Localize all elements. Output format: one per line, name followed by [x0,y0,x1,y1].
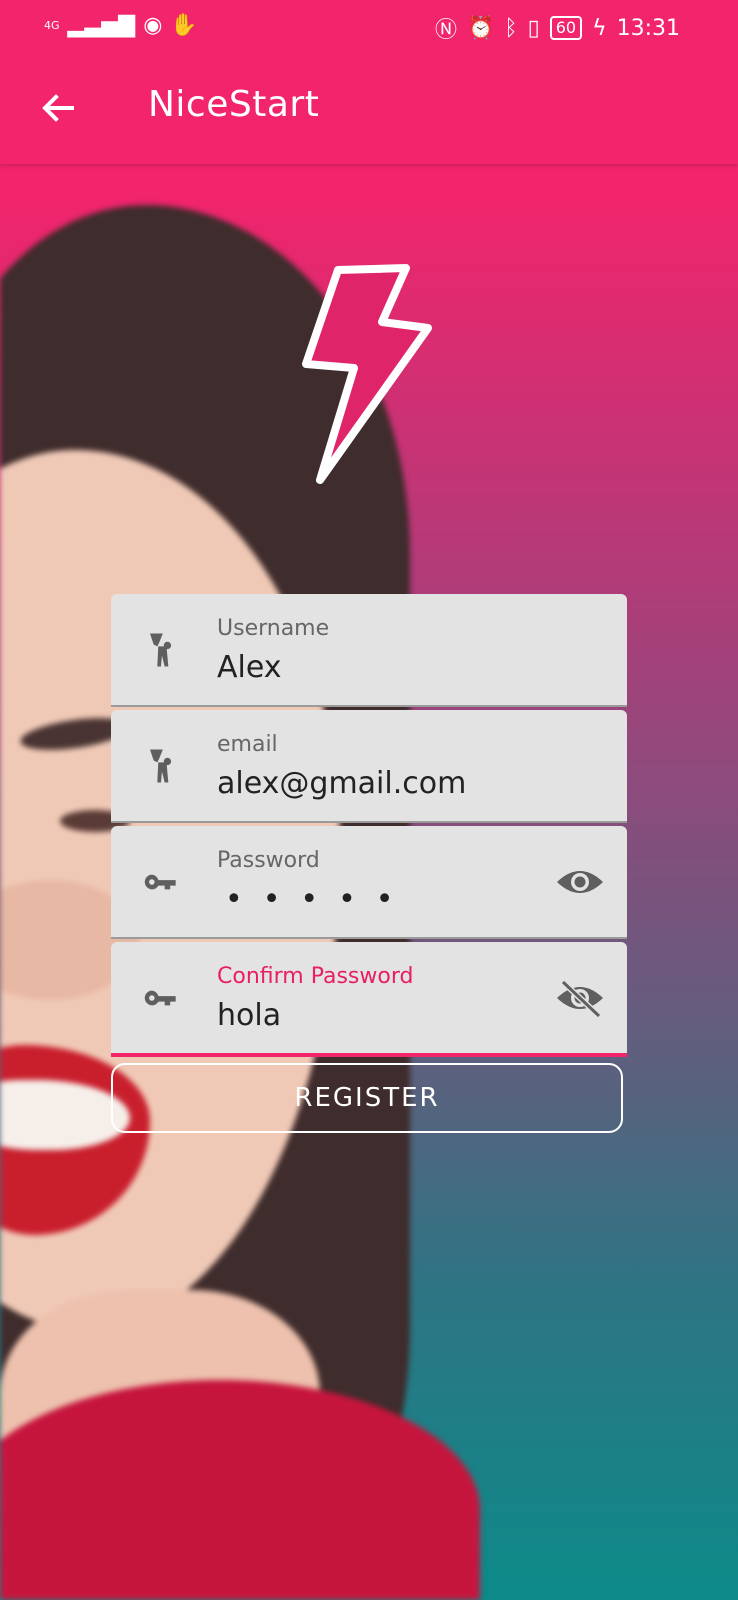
register-form: Username Alex email alex@gmail.com Passw… [111,594,627,1057]
email-input[interactable]: alex@gmail.com [217,766,466,801]
cast-icon: ◉ [143,13,163,38]
username-input[interactable]: Alex [217,650,282,685]
confirm-password-field[interactable]: Confirm Password hola [111,942,627,1057]
eye-off-icon[interactable] [555,978,605,1018]
key-icon [144,990,176,1006]
email-field[interactable]: email alex@gmail.com [111,710,627,823]
username-field[interactable]: Username Alex [111,594,627,707]
person-waving-icon [150,749,172,783]
person-waving-icon [150,633,172,667]
email-label: email [217,732,278,757]
confirm-password-label: Confirm Password [217,964,414,989]
username-label: Username [217,616,330,641]
battery-icon: 60 [549,16,583,40]
arrow-left-icon[interactable] [38,88,78,128]
password-input[interactable]: ••••• [225,882,413,917]
hand-icon: ✋ [170,13,198,38]
alarm-icon: ⏰ [467,15,495,41]
status-right-icons: Ⓝ ⏰ ᛒ ▯ 60 ϟ 13:31 [435,12,680,44]
key-icon [144,874,176,890]
app-bar: NiceStart [0,54,738,164]
confirm-password-input[interactable]: hola [217,998,281,1033]
status-bar: 4G ▂▃▅▇ ◉ ✋ Ⓝ ⏰ ᛒ ▯ 60 ϟ 13:31 [0,0,738,54]
network-type: 4G [44,19,60,32]
bluetooth-icon: ᛒ [504,15,518,41]
charging-icon: ϟ [592,15,607,41]
password-label: Password [217,848,320,873]
eye-icon[interactable] [555,862,605,902]
register-screen: 4G ▂▃▅▇ ◉ ✋ Ⓝ ⏰ ᛒ ▯ 60 ϟ 13:31 NiceStart [0,0,738,1600]
page-title: NiceStart [148,84,320,125]
nfc-icon: Ⓝ [434,18,457,43]
register-button[interactable]: REGISTER [111,1063,623,1133]
clock: 13:31 [616,15,680,41]
password-field[interactable]: Password ••••• [111,826,627,939]
vibrate-icon: ▯ [527,15,540,41]
lightning-bolt-icon [302,264,432,484]
status-left-icons: 4G ▂▃▅▇ ◉ ✋ [44,13,198,38]
signal-icon: ▂▃▅▇ [67,13,136,38]
